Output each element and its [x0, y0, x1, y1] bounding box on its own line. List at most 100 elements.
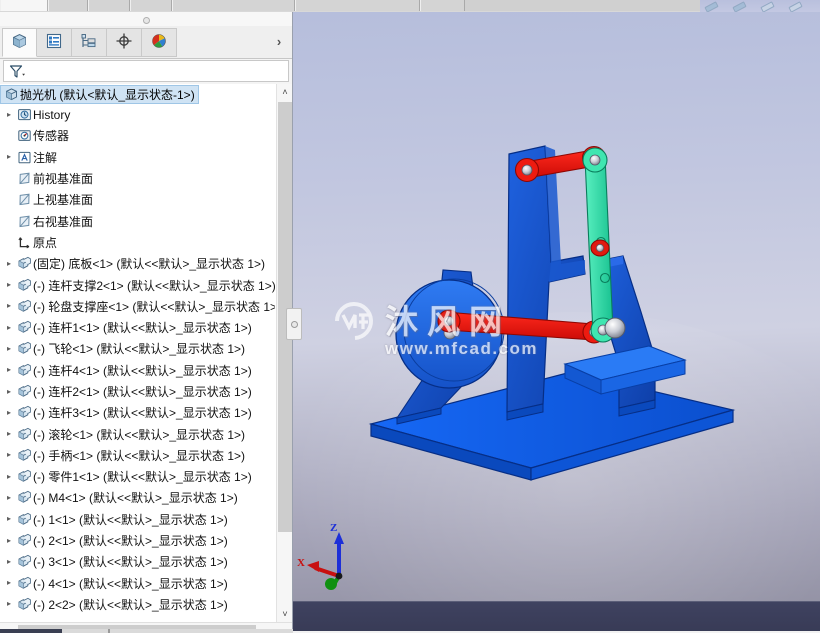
tree-item-label: History — [33, 107, 71, 122]
axis-triad: Z X — [297, 522, 381, 604]
panel-grip[interactable] — [0, 12, 292, 27]
expand-arrow-icon[interactable]: ▸ — [2, 259, 16, 268]
tree-item[interactable]: ▸ (-) 连杆3<1> (默认<<默认>_显示状态 1>) — [0, 402, 275, 423]
tab-dimxpert-manager[interactable] — [107, 28, 142, 57]
tree-item-label: 传感器 — [33, 129, 70, 144]
component-icon — [16, 320, 33, 335]
graphics-viewport[interactable]: 沐风网 www.mfcad.com Z X — [293, 12, 820, 633]
manager-tab-overflow-button[interactable]: › — [270, 32, 288, 50]
component-icon — [16, 384, 33, 399]
tree-item-label: 注解 — [33, 150, 58, 165]
tree-item[interactable]: ▸ 注解 — [0, 147, 275, 168]
tree-item[interactable]: ▸ (-) 2<1> (默认<<默认>_显示状态 1>) — [0, 530, 275, 551]
tree-item[interactable]: ▸ (-) 飞轮<1> (默认<<默认>_显示状态 1>) — [0, 338, 275, 359]
scroll-up-button[interactable]: ˄ — [277, 84, 292, 100]
manager-tab-row: › — [0, 26, 292, 59]
plane-icon — [16, 192, 33, 207]
tree-item-label: (-) 4<1> (默认<<默认>_显示状态 1>) — [33, 576, 228, 591]
expand-arrow-icon[interactable]: ▸ — [2, 366, 16, 374]
tree-item-label: (-) 连杆4<1> (默认<<默认>_显示状态 1>) — [33, 363, 252, 378]
expand-arrow-icon[interactable]: ▸ — [2, 323, 16, 332]
handle-pin — [590, 239, 610, 257]
component-icon — [16, 278, 33, 293]
tree-root-label: 抛光机 (默认<默认_显示状态-1>) — [20, 88, 195, 102]
tree-item-label: (-) 零件1<1> (默认<<默认>_显示状态 1>) — [33, 470, 252, 485]
tree-item-label: (固定) 底板<1> (默认<<默认>_显示状态 1>) — [33, 257, 266, 272]
feature-manager-panel: › 抛光机 (默认<默认_显示状态-1>) ▸ History 传感器 ▸ 注解前视基准面… — [0, 12, 302, 633]
tree-item[interactable]: ▸ (-) 零件1<1> (默认<<默认>_显示状态 1>) — [0, 466, 275, 487]
tab-display-manager[interactable] — [142, 28, 177, 57]
tree-item[interactable]: ▸ (-) M4<1> (默认<<默认>_显示状态 1>) — [0, 487, 275, 508]
expand-arrow-icon[interactable]: ▸ — [2, 281, 16, 289]
tree-item[interactable]: ▸ (-) 轮盘支撑座<1> (默认<<默认>_显示状态 1>) — [0, 296, 275, 317]
callout-tool-ghost-2 — [732, 1, 747, 13]
watermark-text-cn: 沐风网 — [385, 302, 511, 341]
expand-arrow-icon[interactable]: ▸ — [2, 430, 16, 438]
tree-item[interactable]: ▸ (-) 连杆1<1> (默认<<默认>_显示状态 1>) — [0, 317, 275, 338]
expand-arrow-icon[interactable]: ▸ — [2, 451, 16, 459]
tree-item[interactable]: ▸ (-) 2<2> (默认<<默认>_显示状态 1>) — [0, 594, 275, 615]
component-icon — [16, 299, 33, 314]
expand-arrow-icon[interactable]: ▸ — [2, 302, 16, 310]
component-icon — [16, 256, 33, 271]
callout-tool-ghost-4 — [788, 1, 803, 13]
tree-item[interactable]: 传感器 — [0, 125, 275, 146]
expand-arrow-icon[interactable]: ▸ — [2, 536, 16, 545]
tree-item-label: (-) 2<2> (默认<<默认>_显示状态 1>) — [33, 597, 228, 612]
splitter-dot — [290, 320, 298, 328]
tree-item-label: (-) 连杆1<1> (默认<<默认>_显示状态 1>) — [33, 321, 252, 336]
tab-property-manager[interactable] — [37, 28, 72, 57]
tree-item[interactable]: ▸ (-) 连杆2<1> (默认<<默认>_显示状态 1>) — [0, 381, 275, 402]
design-tree: 抛光机 (默认<默认_显示状态-1>) ▸ History 传感器 ▸ 注解前视基准面 上视… — [0, 84, 292, 622]
tree-item[interactable]: ▸ (固定) 底板<1> (默认<<默认>_显示状态 1>) — [0, 253, 275, 274]
filter-funnel-icon — [9, 64, 27, 83]
ribbon-tab-2[interactable] — [48, 0, 88, 11]
component-icon — [16, 490, 33, 505]
tree-item-label: (-) 手柄<1> (默认<<默认>_显示状态 1>) — [33, 448, 246, 463]
tree-root-item[interactable]: 抛光机 (默认<默认_显示状态-1>) — [0, 85, 199, 104]
expand-arrow-icon[interactable]: ▸ — [2, 579, 16, 587]
tree-item[interactable]: ▸ (-) 手柄<1> (默认<<默认>_显示状态 1>) — [0, 445, 275, 466]
scroll-down-button[interactable]: ˅ — [277, 606, 292, 622]
ribbon-tab-4[interactable] — [130, 0, 172, 11]
panel-splitter-handle[interactable] — [286, 308, 302, 340]
expand-arrow-icon[interactable]: ▸ — [2, 515, 16, 523]
tab-configuration-manager[interactable] — [72, 28, 107, 57]
tree-item[interactable]: ▸ (-) 4<1> (默认<<默认>_显示状态 1>) — [0, 573, 275, 594]
expand-arrow-icon[interactable]: ▸ — [2, 472, 16, 481]
expand-arrow-icon[interactable]: ▸ — [2, 493, 16, 502]
component-icon — [16, 512, 33, 527]
component-icon — [16, 533, 33, 548]
tree-item[interactable]: ▸ (-) 3<1> (默认<<默认>_显示状态 1>) — [0, 551, 275, 572]
tree-item[interactable]: 原点 — [0, 232, 275, 253]
tree-item[interactable]: ▸ (-) 1<1> (默认<<默认>_显示状态 1>) — [0, 509, 275, 530]
tree-item[interactable]: 前视基准面 — [0, 168, 275, 189]
panel-grip-dot — [143, 17, 150, 24]
ribbon-tab-6[interactable] — [295, 0, 420, 11]
expand-arrow-icon[interactable]: ▸ — [2, 387, 16, 396]
tree-item-label: (-) M4<1> (默认<<默认>_显示状态 1>) — [33, 491, 238, 506]
tree-item[interactable]: 上视基准面 — [0, 189, 275, 210]
expand-arrow-icon[interactable]: ▸ — [2, 110, 16, 119]
tree-item[interactable]: ▸ History — [0, 104, 275, 125]
ribbon-tab-7[interactable] — [420, 0, 465, 11]
tree-filter-input[interactable] — [3, 60, 289, 82]
expand-arrow-icon[interactable]: ▸ — [2, 153, 16, 161]
tab-feature-manager-design-tree[interactable] — [2, 28, 37, 57]
tree-item[interactable]: 右视基准面 — [0, 210, 275, 231]
expand-arrow-icon[interactable]: ▸ — [2, 557, 16, 566]
tree-item[interactable]: ▸ (-) 连杆支撑2<1> (默认<<默认>_显示状态 1>) — [0, 274, 275, 295]
tree-item-label: (-) 轮盘支撑座<1> (默认<<默认>_显示状态 1>) — [33, 299, 275, 314]
component-icon — [16, 405, 33, 420]
tree-vertical-scrollbar[interactable]: ˄ ˅ — [276, 84, 292, 622]
callout-tool-ghost-1 — [704, 1, 719, 13]
tree-item[interactable]: ▸ (-) 连杆4<1> (默认<<默认>_显示状态 1>) — [0, 360, 275, 381]
expand-arrow-icon[interactable]: ▸ — [2, 344, 16, 353]
expand-arrow-icon[interactable]: ▸ — [2, 408, 16, 417]
ribbon-tab-5[interactable] — [172, 0, 295, 11]
ribbon-tab-1[interactable] — [0, 0, 48, 11]
expand-arrow-icon[interactable]: ▸ — [2, 600, 16, 608]
tree-item[interactable]: ▸ (-) 滚轮<1> (默认<<默认>_显示状态 1>) — [0, 423, 275, 444]
ribbon-tab-3[interactable] — [88, 0, 130, 11]
axis-label-x: X — [297, 557, 305, 569]
